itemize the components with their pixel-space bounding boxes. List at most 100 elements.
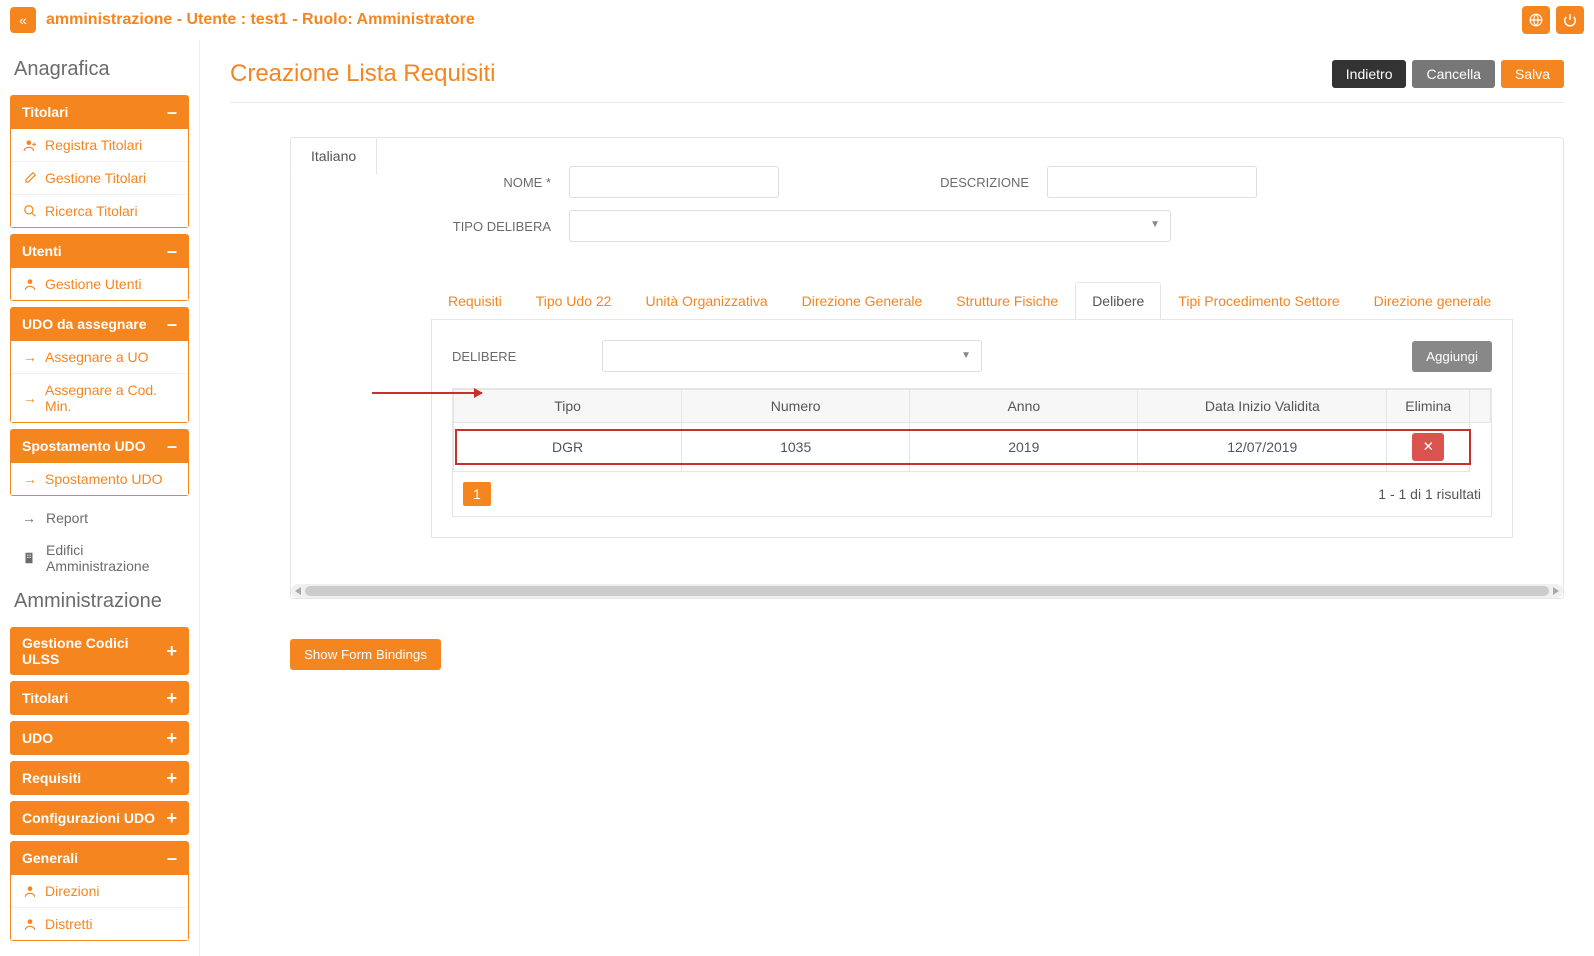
lang-tab[interactable]: Italiano	[290, 137, 377, 175]
tipo-delibera-label: TIPO DELIBERA	[431, 219, 551, 234]
add-button[interactable]: Aggiungi	[1412, 341, 1492, 372]
panel-header-utenti[interactable]: Utenti –	[10, 234, 189, 268]
tipo-delibera-select[interactable]	[569, 210, 1171, 242]
delibere-table: Tipo Numero Anno Data Inizio Validita El…	[453, 389, 1491, 472]
arrow-right-icon: →	[23, 391, 37, 405]
results-count: 1 - 1 di 1 risultati	[1378, 486, 1481, 502]
delibere-select[interactable]	[602, 340, 982, 372]
panel-utenti: Utenti – Gestione Utenti	[10, 234, 189, 301]
scrollbar-thumb[interactable]	[305, 586, 1549, 596]
panel-titolari: Titolari – Registra Titolari Gestione Ti…	[10, 95, 189, 228]
sidebar-item-direzioni[interactable]: Direzioni	[11, 875, 188, 908]
nome-input[interactable]	[569, 166, 779, 198]
tab-direzione-generale-2[interactable]: Direzione generale	[1357, 282, 1509, 320]
nome-label: NOME	[431, 175, 551, 190]
tab-tipi-procedimento[interactable]: Tipi Procedimento Settore	[1161, 282, 1356, 320]
table-row: DGR 1035 2019 12/07/2019 ✕	[454, 423, 1491, 472]
sidebar-item-spostamento-udo[interactable]: → Spostamento UDO	[11, 463, 188, 495]
language-button[interactable]	[1522, 6, 1550, 34]
cell-anno: 2019	[910, 423, 1138, 472]
panel-header-udo-assegnare[interactable]: UDO da assegnare –	[10, 307, 189, 341]
main-content: Creazione Lista Requisiti Indietro Cance…	[200, 40, 1594, 956]
tabs: Requisiti Tipo Udo 22 Unità Organizzativ…	[431, 282, 1513, 320]
show-form-bindings-button[interactable]: Show Form Bindings	[290, 639, 441, 670]
table-footer: 1 1 - 1 di 1 risultati	[453, 472, 1491, 516]
sidebar-link-label: Report	[46, 510, 88, 526]
panel-title: UDO	[22, 730, 53, 746]
sidebar-item-label: Assegnare a Cod. Min.	[45, 382, 176, 414]
data-table-wrap: Tipo Numero Anno Data Inizio Validita El…	[452, 388, 1492, 517]
tab-pane-delibere: DELIBERE Aggiungi	[431, 320, 1513, 538]
sidebar-link-label: Edifici Amministrazione	[46, 542, 177, 574]
sidebar-item-gestione-titolari[interactable]: Gestione Titolari	[11, 162, 188, 195]
panel-title: Configurazioni UDO	[22, 810, 155, 826]
sidebar-heading-anagrafica: Anagrafica	[14, 58, 185, 81]
descrizione-label: DESCRIZIONE	[859, 175, 1029, 190]
topbar-title: amministrazione - Utente : test1 - Ruolo…	[46, 11, 1522, 29]
cell-data: 12/07/2019	[1138, 423, 1387, 472]
descrizione-input[interactable]	[1047, 166, 1257, 198]
sidebar-item-gestione-utenti[interactable]: Gestione Utenti	[11, 268, 188, 300]
tab-strutture-fisiche[interactable]: Strutture Fisiche	[939, 282, 1075, 320]
tab-unita-organizzativa[interactable]: Unità Organizzativa	[628, 282, 784, 320]
panel-title-titolari: Titolari	[22, 104, 68, 120]
sidebar-item-assegnare-codmin[interactable]: → Assegnare a Cod. Min.	[11, 374, 188, 422]
panel-title: Titolari	[22, 690, 68, 706]
sidebar-item-assegnare-uo[interactable]: → Assegnare a UO	[11, 341, 188, 374]
panel-header-requisiti[interactable]: Requisiti+	[10, 761, 189, 795]
panel-header-gestione-codici[interactable]: Gestione Codici ULSS+	[10, 627, 189, 675]
cancel-button[interactable]: Cancella	[1412, 60, 1494, 88]
delibere-label: DELIBERE	[452, 349, 582, 364]
sidebar-item-ricerca-titolari[interactable]: Ricerca Titolari	[11, 195, 188, 227]
sidebar-item-registra-titolari[interactable]: Registra Titolari	[11, 129, 188, 162]
tab-edifici[interactable]: Edifi	[1508, 282, 1513, 320]
save-button[interactable]: Salva	[1501, 60, 1564, 88]
minus-icon: –	[167, 849, 177, 867]
close-icon: ✕	[1423, 439, 1434, 455]
panel-udo-assegnare: UDO da assegnare – → Assegnare a UO → As…	[10, 307, 189, 423]
building-icon	[22, 551, 36, 565]
panel-header-spostamento[interactable]: Spostamento UDO –	[10, 429, 189, 463]
power-icon	[1563, 13, 1577, 27]
topbar-actions	[1522, 6, 1584, 34]
plus-icon: +	[166, 769, 177, 787]
search-icon	[23, 204, 37, 218]
page-title: Creazione Lista Requisiti	[230, 60, 495, 88]
form-card: Italiano NOME DESCRIZIONE TIPO DELIBERA	[290, 137, 1564, 599]
plus-icon: +	[166, 642, 177, 660]
sidebar-item-label: Ricerca Titolari	[45, 203, 138, 219]
sidebar-toggle-button[interactable]: «	[10, 7, 36, 33]
page-number[interactable]: 1	[463, 482, 491, 506]
page-header: Creazione Lista Requisiti Indietro Cance…	[230, 60, 1564, 103]
sidebar-link-edifici[interactable]: Edifici Amministrazione	[10, 534, 189, 582]
delete-row-button[interactable]: ✕	[1412, 433, 1444, 461]
panel-header-config-udo[interactable]: Configurazioni UDO +	[10, 801, 189, 835]
sidebar-item-label: Assegnare a UO	[45, 349, 149, 365]
panel-header-udo[interactable]: UDO+	[10, 721, 189, 755]
panel-header-generali[interactable]: Generali –	[10, 841, 189, 875]
tab-requisiti[interactable]: Requisiti	[431, 282, 519, 320]
panel-header-titolari[interactable]: Titolari –	[10, 95, 189, 129]
minus-icon: –	[167, 315, 177, 333]
panel-spostamento: Spostamento UDO – → Spostamento UDO	[10, 429, 189, 496]
cell-tipo: DGR	[454, 423, 682, 472]
sidebar-item-label: Gestione Utenti	[45, 276, 142, 292]
plus-icon: +	[166, 809, 177, 827]
tab-tipo-udo-22[interactable]: Tipo Udo 22	[519, 282, 629, 320]
tab-direzione-generale[interactable]: Direzione Generale	[785, 282, 940, 320]
minus-icon: –	[167, 437, 177, 455]
users-icon	[23, 884, 37, 898]
cell-elimina: ✕	[1387, 423, 1470, 472]
sidebar-link-report[interactable]: → Report	[10, 502, 189, 534]
tab-delibere[interactable]: Delibere	[1075, 282, 1161, 320]
user-plus-icon	[23, 138, 37, 152]
back-button[interactable]: Indietro	[1332, 60, 1407, 88]
horizontal-scrollbar[interactable]	[291, 584, 1563, 598]
user-icon	[23, 277, 37, 291]
sidebar-item-distretti[interactable]: Distretti	[11, 908, 188, 940]
col-numero: Numero	[682, 390, 910, 423]
panel-header-titolari2[interactable]: Titolari+	[10, 681, 189, 715]
page-actions: Indietro Cancella Salva	[1332, 60, 1564, 88]
logout-button[interactable]	[1556, 6, 1584, 34]
table-scroll-hint[interactable]	[1470, 390, 1491, 423]
